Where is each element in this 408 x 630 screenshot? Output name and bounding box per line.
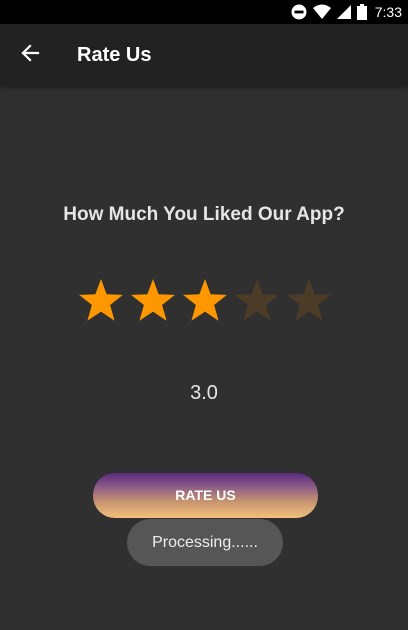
- rating-value: 3.0: [190, 382, 218, 404]
- back-button[interactable]: [10, 35, 50, 75]
- star-empty-icon[interactable]: [285, 276, 333, 324]
- star-filled-icon[interactable]: [129, 276, 177, 324]
- status-icons: 7:33: [291, 0, 402, 24]
- status-bar: 7:33: [0, 0, 408, 24]
- arrow-back-icon: [20, 43, 40, 68]
- status-time: 7:33: [374, 4, 402, 20]
- signal-icon: [336, 4, 351, 20]
- wifi-icon: [312, 4, 331, 20]
- star-filled-icon[interactable]: [181, 276, 229, 324]
- star-filled-icon[interactable]: [77, 276, 125, 324]
- rate-us-button[interactable]: RATE US: [93, 473, 318, 518]
- processing-toast: Processing......: [127, 519, 283, 566]
- do-not-disturb-icon: [291, 4, 307, 20]
- app-bar: Rate Us: [0, 24, 408, 86]
- star-empty-icon[interactable]: [233, 276, 281, 324]
- battery-icon: [356, 4, 367, 20]
- page-title: Rate Us: [77, 44, 152, 66]
- rating-question: How Much You Liked Our App?: [63, 204, 345, 225]
- star-rating-bar[interactable]: [77, 276, 333, 324]
